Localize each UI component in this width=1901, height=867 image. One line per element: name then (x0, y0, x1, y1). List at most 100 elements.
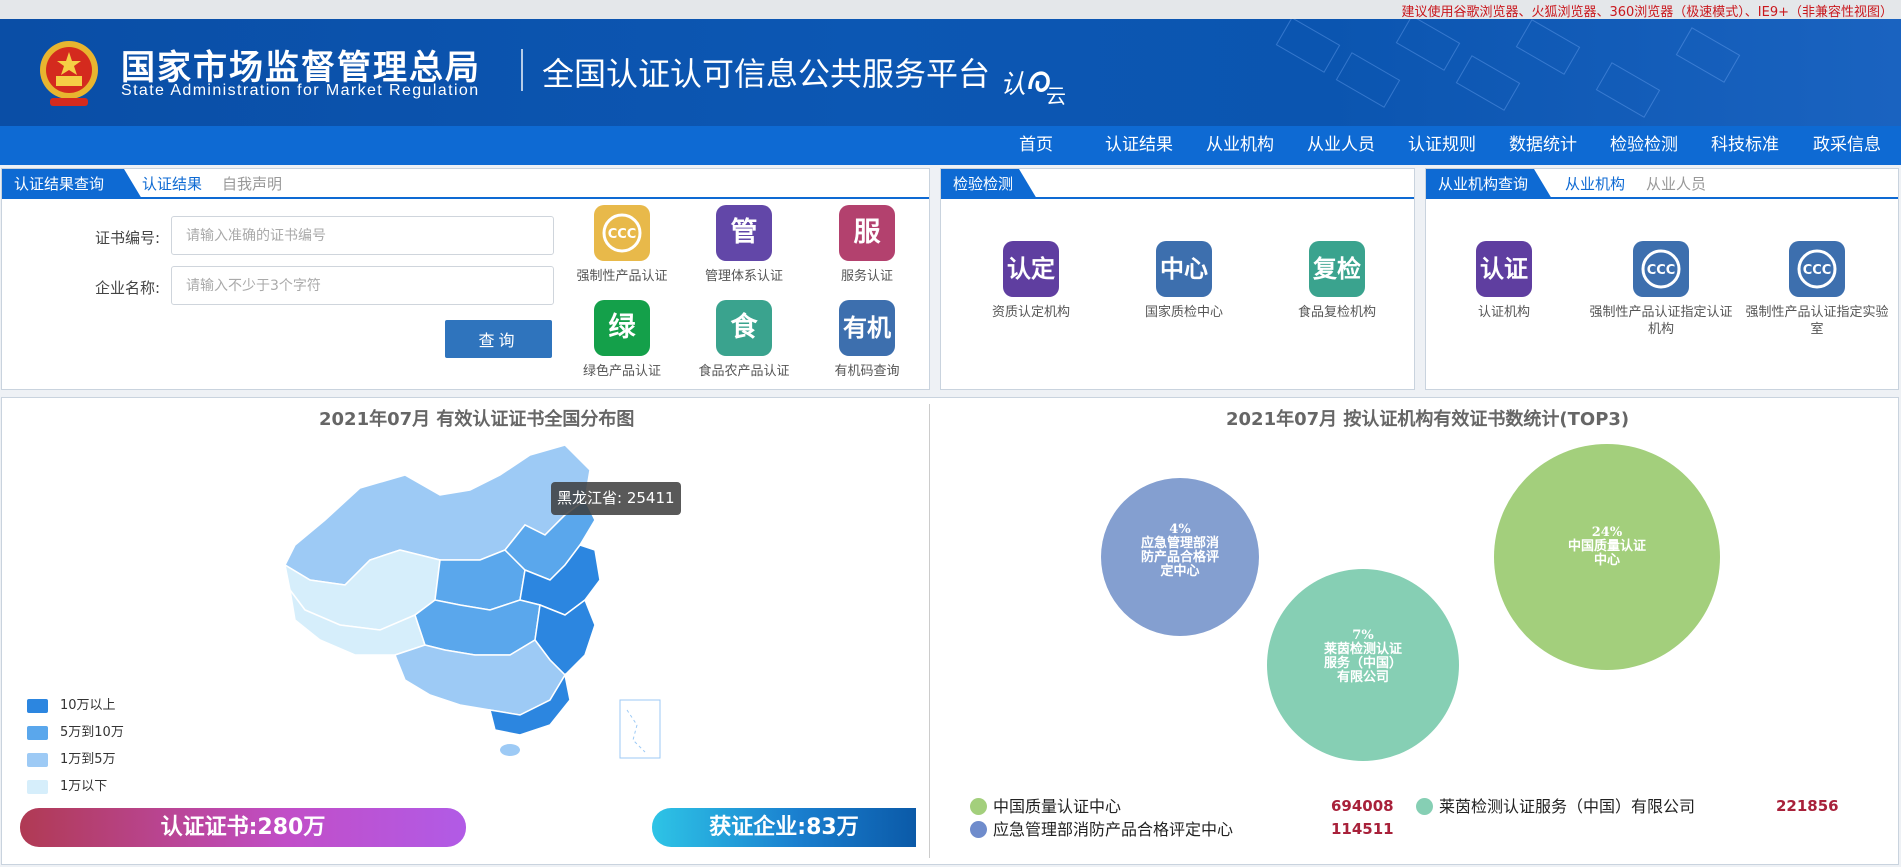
ccc-icon: CCC (1633, 241, 1689, 297)
bubble-label-line: 有限公司 (1337, 669, 1389, 685)
bubble-label-line: 莱茵检测认证 (1324, 641, 1402, 657)
ccc-icon: CCC (594, 205, 650, 261)
legend-item[interactable]: 5万到10万 (27, 721, 124, 740)
svg-text:认: 认 (1000, 70, 1026, 100)
map-region-hainan[interactable] (500, 744, 520, 756)
tile-label: 强制性产品认证 (576, 269, 668, 284)
map-title: 2021年07月 有效认证证书全国分布图 (319, 409, 635, 430)
nav-home[interactable]: 首页 (1019, 126, 1053, 165)
org-legend-item[interactable]: 应急管理部消防产品合格评定中心 (970, 819, 1233, 841)
national-emblem-icon (40, 41, 98, 106)
legend-item[interactable]: 1万到5万 (27, 748, 116, 767)
cert-no-input[interactable] (171, 216, 554, 255)
legend-dot (1416, 798, 1433, 815)
tab-inspection[interactable]: 检验检测 (941, 169, 1037, 199)
tab-orgs[interactable]: 从业机构 (1565, 169, 1625, 199)
stats-divider (929, 404, 930, 858)
tile-label: 强制性产品认证指定认证机构 (1589, 305, 1733, 337)
legend-label: 5万到10万 (60, 725, 124, 740)
tile-national-center[interactable]: 中心 国家质检中心 (1124, 241, 1244, 321)
recheck-icon: 复检 (1309, 241, 1365, 297)
legend-label: 1万到5万 (60, 752, 116, 767)
nav-procurement[interactable]: 政采信息 (1813, 126, 1881, 165)
tab-staff[interactable]: 从业人员 (1646, 169, 1706, 199)
company-count-pill: 获证企业:83万 (652, 808, 916, 847)
hex-decoration (1335, 52, 1401, 108)
tile-green[interactable]: 绿 绿色产品认证 (562, 300, 682, 380)
tile-service[interactable]: 服 服务认证 (807, 205, 927, 285)
tab-cert-results[interactable]: 认证结果 (142, 169, 202, 199)
management-icon: 管 (716, 205, 772, 261)
food-icon: 食 (716, 300, 772, 356)
green-icon: 绿 (594, 300, 650, 356)
hex-decoration (1275, 19, 1341, 73)
legend-swatch (27, 752, 48, 767)
service-icon: 服 (839, 205, 895, 261)
bubble-percent: 24% (1592, 525, 1623, 540)
center-icon: 中心 (1156, 241, 1212, 297)
map-tooltip: 黑龙江省: 25411 (551, 482, 681, 515)
cert-no-label: 证书编号: (94, 229, 160, 247)
hex-decoration (1455, 55, 1521, 111)
nav-rules[interactable]: 认证规则 (1408, 126, 1476, 165)
nav-staff[interactable]: 从业人员 (1307, 126, 1375, 165)
cert-org-icon: 认证 (1476, 241, 1532, 297)
tile-qualification[interactable]: 认定 资质认定机构 (971, 241, 1091, 321)
tile-cert-orgs[interactable]: 认证 认证机构 (1444, 241, 1564, 321)
bubble-label-line: 定中心 (1159, 563, 1199, 579)
org-legend-value: 114511 (1331, 820, 1394, 838)
tile-label: 管理体系认证 (704, 269, 783, 284)
hex-decoration (1675, 27, 1741, 83)
ccc-icon: CCC (1789, 241, 1845, 297)
bubble-chart[interactable]: 4% 应急管理部消 防产品合格评 定中心 7% 莱茵检测认证 服务（中国） 有限… (1080, 430, 1840, 770)
bubble-label-line: 防产品合格评 (1141, 549, 1219, 565)
org-legend-item[interactable]: 莱茵检测认证服务（中国）有限公司 (1416, 796, 1695, 818)
nav-inspection[interactable]: 检验检测 (1610, 126, 1678, 165)
legend-item[interactable]: 1万以下 (27, 775, 107, 794)
header-banner: 国家市场监督管理总局 State Administration for Mark… (0, 19, 1901, 126)
nav-cert-results[interactable]: 认证结果 (1105, 126, 1173, 165)
company-name-label: 企业名称: (94, 279, 160, 297)
bureau-name-en: State Administration for Market Regulati… (121, 82, 480, 99)
org-legend-name: 莱茵检测认证服务（中国）有限公司 (1439, 797, 1696, 816)
legend-dot (970, 821, 987, 838)
org-legend-item[interactable]: 中国质量认证中心 (970, 796, 1121, 818)
bubble-percent: 7% (1352, 628, 1374, 643)
hex-decoration (1595, 62, 1661, 118)
company-name-input[interactable] (171, 266, 554, 305)
organic-icon: 有机 (839, 300, 895, 356)
org-query-tabs: 从业机构查询 从业机构 从业人员 (1426, 169, 1898, 199)
tab-org-query[interactable]: 从业机构查询 (1426, 169, 1552, 199)
tile-label: 认证机构 (1477, 305, 1530, 320)
tile-label: 资质认定机构 (991, 305, 1070, 320)
banner-divider (521, 49, 523, 91)
browser-tip: 建议使用谷歌浏览器、火狐浏览器、360浏览器（极速模式）、IE9+（非兼容性视图… (1401, 5, 1893, 20)
org-legend-value: 221856 (1776, 797, 1839, 815)
main-nav: 首页 认证结果 从业机构 从业人员 认证规则 数据统计 检验检测 科技标准 政采… (0, 126, 1901, 165)
org-legend-name: 应急管理部消防产品合格评定中心 (993, 820, 1234, 839)
query-button[interactable]: 查询 (445, 320, 552, 358)
tile-management[interactable]: 管 管理体系认证 (684, 205, 804, 285)
nav-orgs[interactable]: 从业机构 (1206, 126, 1274, 165)
qualification-icon: 认定 (1003, 241, 1059, 297)
tab-self-declaration[interactable]: 自我声明 (222, 169, 282, 199)
nav-standards[interactable]: 科技标准 (1711, 126, 1779, 165)
tile-food[interactable]: 食 食品农产品认证 (684, 300, 804, 380)
tile-label: 有机码查询 (834, 364, 900, 379)
legend-swatch (27, 698, 48, 713)
legend-dot (970, 798, 987, 815)
svg-text:CCC: CCC (1803, 263, 1832, 278)
south-sea-inset (619, 699, 661, 759)
tile-organic[interactable]: 有机 有机码查询 (807, 300, 927, 380)
hex-decoration (1395, 19, 1461, 71)
tab-cert-query[interactable]: 认证结果查询 (2, 169, 142, 199)
tile-label: 食品农产品认证 (698, 364, 790, 379)
tile-ccc-cert-orgs[interactable]: CCC 强制性产品认证指定认证机构 (1586, 241, 1736, 338)
nav-statistics[interactable]: 数据统计 (1509, 126, 1577, 165)
legend-item[interactable]: 10万以上 (27, 694, 116, 713)
tile-ccc-labs[interactable]: CCC 强制性产品认证指定实验室 (1742, 241, 1892, 338)
browser-tip-bar: 建议使用谷歌浏览器、火狐浏览器、360浏览器（极速模式）、IE9+（非兼容性视图… (0, 0, 1901, 20)
tile-food-recheck[interactable]: 复检 食品复检机构 (1277, 241, 1397, 321)
tile-label: 服务认证 (840, 269, 893, 284)
tile-ccc[interactable]: CCC 强制性产品认证 (562, 205, 682, 285)
